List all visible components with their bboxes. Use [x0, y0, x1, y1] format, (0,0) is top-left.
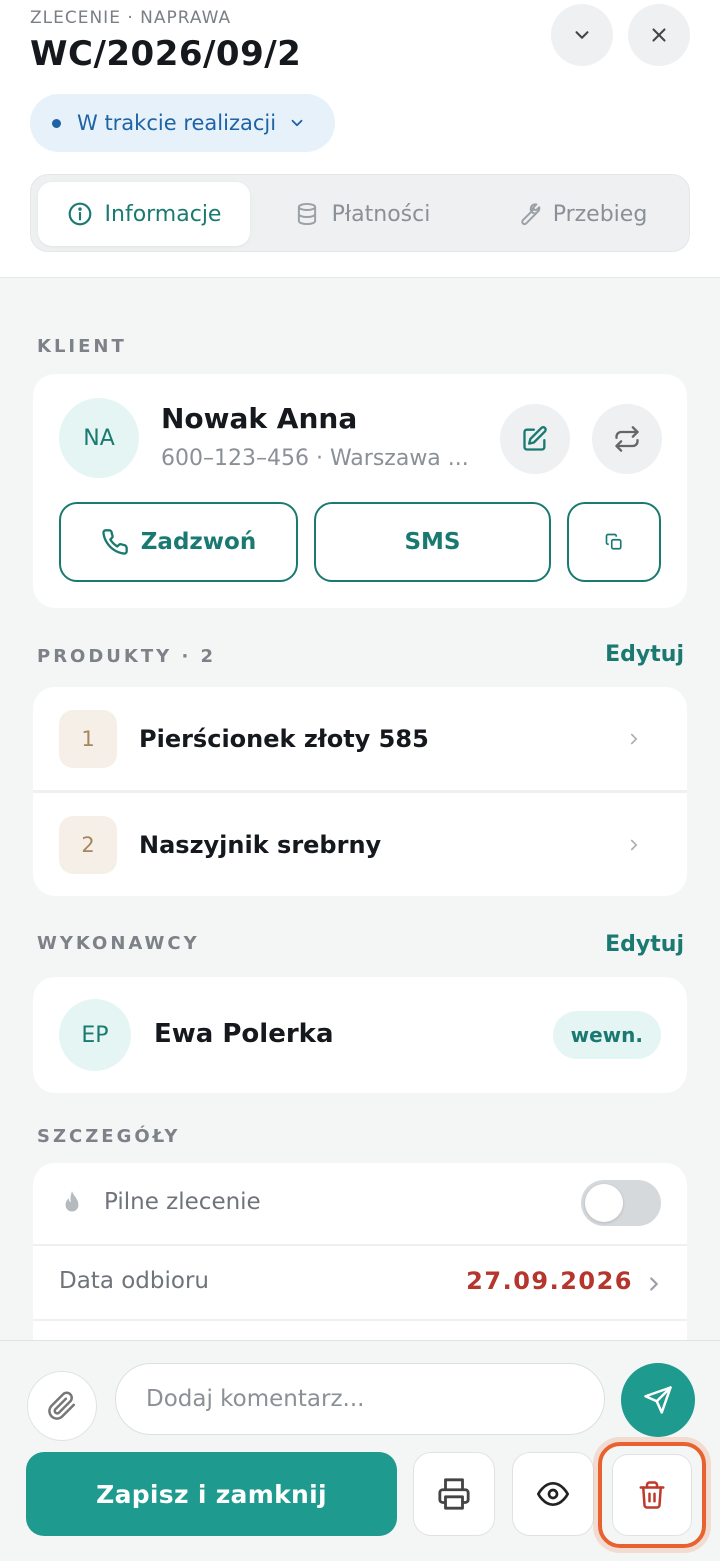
chevron-down-icon [288, 114, 306, 132]
flame-icon [65, 1191, 79, 1212]
details-card: Pilne zlecenie Data odbioru 27.09.2026 [33, 1163, 687, 1363]
list-item[interactable]: 1 Pierścionek złoty 585 [33, 687, 687, 790]
call-button[interactable]: Zadzwoń [59, 502, 298, 582]
attach-button[interactable] [27, 1371, 97, 1441]
pickup-date-row[interactable]: Data odbioru 27.09.2026 [33, 1245, 687, 1325]
pickup-date-value: 27.09.2026 [466, 1267, 633, 1295]
info-icon [68, 202, 91, 226]
edit-icon [523, 426, 547, 451]
urgent-row: Pilne zlecenie [33, 1163, 687, 1243]
tab-label: Informacje [104, 201, 222, 227]
phone-icon [102, 529, 128, 555]
bottom-action-bar: Zapisz i zamknij [0, 1340, 720, 1561]
client-contact-info: 600–123–456 · Warszawa ... [161, 446, 469, 471]
delete-button[interactable] [612, 1454, 692, 1536]
collapse-button[interactable] [551, 4, 613, 66]
paperclip-icon [48, 1391, 75, 1420]
send-comment-button[interactable] [621, 1363, 695, 1437]
wrench-icon [521, 203, 540, 225]
tab-bar: Informacje Płatności Przebieg [30, 174, 690, 252]
product-index: 2 [59, 815, 117, 874]
status-dot [52, 118, 61, 128]
close-icon [652, 28, 666, 42]
trash-icon [639, 1481, 665, 1509]
order-type-label: ZLECENIE · NAPRAWA [30, 8, 232, 28]
client-section-label: KLIENT [37, 336, 127, 357]
contractor-name: Ewa Polerka [154, 1019, 334, 1049]
order-header: ZLECENIE · NAPRAWA WC/2026/09/2 W trakci… [0, 0, 720, 278]
copy-button[interactable] [567, 502, 661, 582]
products-section-label: PRODUKTY · 2 [37, 646, 217, 667]
avatar: EP [59, 999, 131, 1071]
contractor-type-badge: wewn. [552, 1011, 661, 1059]
chevron-right-icon [625, 730, 643, 748]
contractors-card: EP Ewa Polerka wewn. [33, 977, 687, 1093]
swap-icon [615, 426, 639, 452]
close-button[interactable] [628, 4, 690, 66]
pickup-date-label: Data odbioru [59, 1268, 209, 1294]
tab-label: Płatności [331, 201, 431, 227]
database-icon [297, 202, 316, 226]
eye-icon [537, 1481, 569, 1507]
status-label: W trakcie realizacji [77, 111, 277, 135]
divider [33, 1319, 687, 1321]
toggle-knob [585, 1184, 623, 1222]
tab-informacje[interactable]: Informacje [38, 182, 250, 246]
product-name: Naszyjnik srebrny [139, 830, 382, 859]
edit-client-button[interactable] [500, 404, 570, 474]
products-card: 1 Pierścionek złoty 585 2 Naszyjnik sreb… [33, 687, 687, 896]
avatar: NA [59, 398, 139, 478]
sms-button[interactable]: SMS [314, 502, 551, 582]
product-name: Pierścionek złoty 585 [139, 724, 429, 753]
status-dropdown[interactable]: W trakcie realizacji [30, 94, 335, 152]
client-name: Nowak Anna [161, 402, 358, 435]
preview-button[interactable] [512, 1452, 594, 1536]
tab-przebieg[interactable]: Przebieg [481, 182, 681, 246]
details-section-label: SZCZEGÓŁY [37, 1126, 181, 1147]
tab-label: Przebieg [552, 201, 648, 227]
change-client-button[interactable] [592, 404, 662, 474]
send-icon [644, 1386, 672, 1414]
chevron-down-icon [575, 31, 589, 39]
delete-highlight [598, 1442, 706, 1548]
comment-input[interactable] [115, 1363, 605, 1435]
client-card: NA Nowak Anna 600–123–456 · Warszawa ...… [33, 374, 687, 608]
edit-contractors-link[interactable]: Edytuj [605, 932, 684, 957]
printer-icon [438, 1478, 470, 1510]
edit-products-link[interactable]: Edytuj [605, 642, 684, 667]
chevron-right-icon [625, 836, 643, 854]
order-number: WC/2026/09/2 [30, 34, 302, 74]
urgent-label: Pilne zlecenie [104, 1189, 261, 1215]
print-button[interactable] [413, 1452, 495, 1536]
call-label: Zadzwoń [140, 529, 257, 555]
contractors-section-label: WYKONAWCY [37, 933, 200, 954]
tab-platnosci[interactable]: Płatności [267, 182, 457, 246]
copy-icon [605, 533, 622, 550]
chevron-right-icon [643, 1273, 665, 1295]
save-and-close-button[interactable]: Zapisz i zamknij [26, 1452, 397, 1536]
product-index: 1 [59, 709, 117, 768]
urgent-toggle[interactable] [581, 1180, 661, 1226]
sms-label: SMS [404, 529, 461, 555]
list-item[interactable]: 2 Naszyjnik srebrny [33, 793, 687, 896]
